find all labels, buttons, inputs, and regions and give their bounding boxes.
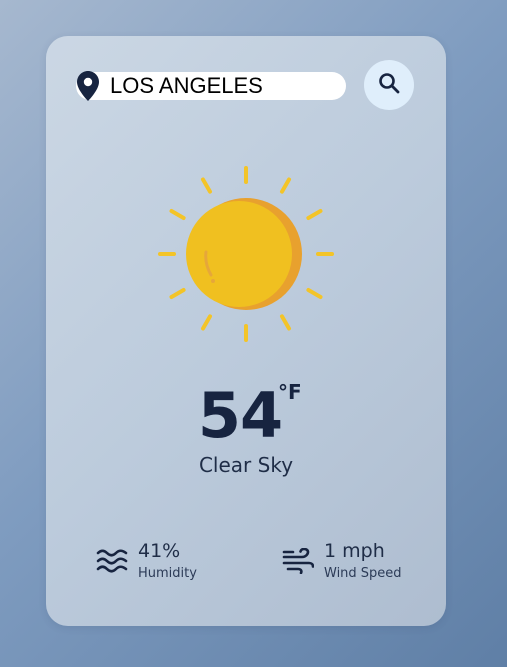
wind-value: 1 mph — [324, 540, 385, 562]
temperature-value: 54 — [197, 379, 283, 452]
wind-label: Wind Speed — [324, 566, 402, 581]
sun-icon — [156, 164, 336, 344]
search-input[interactable] — [110, 72, 340, 100]
weather-card: 54 °F Clear Sky 41% Humidity — [46, 36, 446, 626]
temperature: 54 °F — [46, 376, 446, 456]
waves-icon — [96, 548, 128, 574]
humidity-label: Humidity — [138, 566, 197, 581]
weather-condition: Clear Sky — [198, 453, 294, 477]
temperature-unit: °F — [278, 380, 302, 404]
wind-icon — [282, 547, 315, 575]
humidity-value: 41% — [138, 540, 181, 562]
location-pin-icon — [76, 70, 100, 102]
search-icon — [377, 71, 401, 100]
search-button[interactable] — [364, 60, 414, 110]
search-bar — [76, 60, 416, 112]
